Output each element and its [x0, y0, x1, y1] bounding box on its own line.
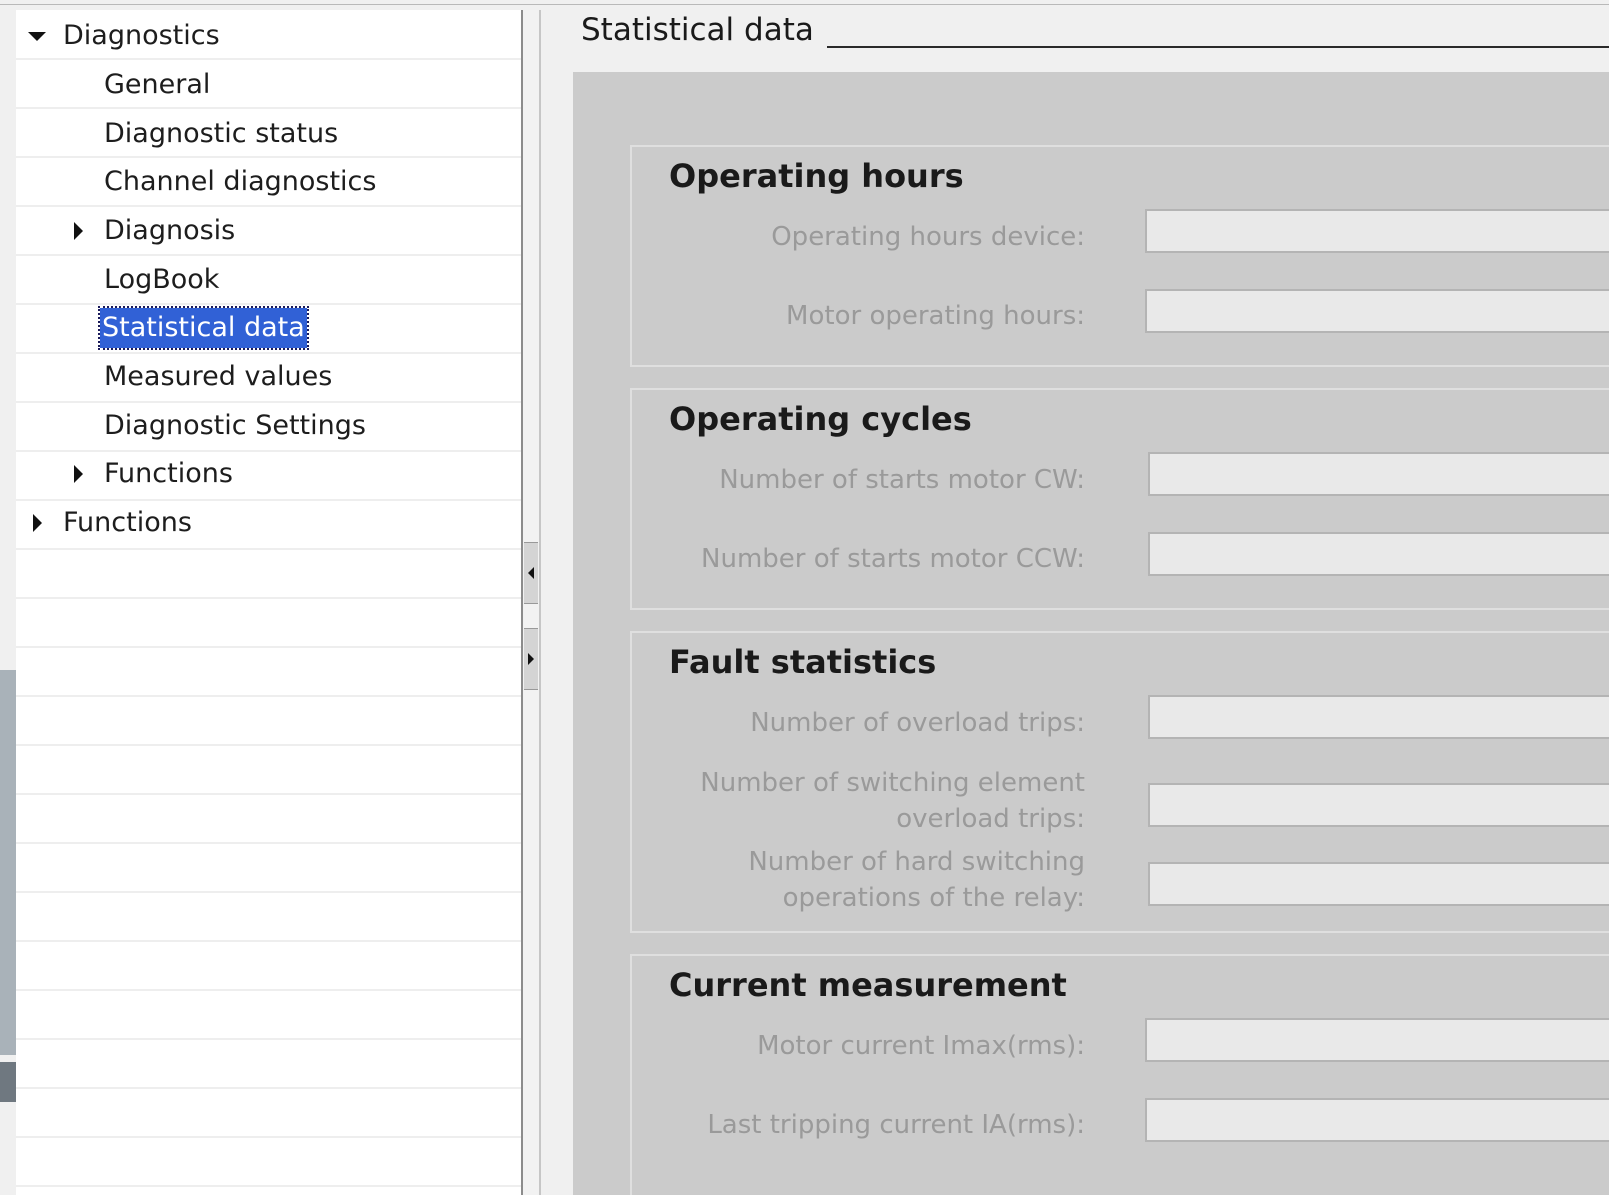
group-title: Fault statistics	[669, 643, 937, 681]
tree-item-measured-values[interactable]: Measured values	[16, 353, 521, 401]
tree-item-statistical-data[interactable]: Statistical data	[16, 304, 521, 352]
tree-item-label: Measured values	[104, 361, 333, 392]
tree-item-channel-diagnostics[interactable]: Channel diagnostics	[16, 158, 521, 206]
content-area: Statistical data Operating hours Operati…	[541, 10, 1609, 1195]
navigation-tree: Diagnostics General Diagnostic status Ch…	[16, 10, 521, 1195]
tree-item-label: LogBook	[104, 264, 220, 295]
panel-splitter[interactable]	[521, 10, 541, 1195]
group-fault-statistics: Fault statistics Number of overload trip…	[630, 631, 1609, 933]
field-label: Number of starts motor CW:	[719, 465, 1085, 495]
tree-item-diagnostic-status[interactable]: Diagnostic status	[16, 110, 521, 158]
motor-operating-hours-field[interactable]	[1145, 289, 1609, 333]
tree-item-label: Diagnostic status	[104, 118, 339, 149]
group-current-measurement: Current measurement Motor current Imax(r…	[630, 954, 1609, 1195]
top-border	[0, 4, 1609, 5]
tree-item-logbook[interactable]: LogBook	[16, 256, 521, 304]
tree-node-label: Functions	[104, 458, 233, 489]
left-edge-dark	[0, 1062, 16, 1102]
operating-hours-device-field[interactable]	[1145, 209, 1609, 253]
field-label-line: overload trips:	[896, 804, 1085, 834]
field-label-line: Number of switching element	[700, 768, 1085, 798]
collapse-left-icon[interactable]	[524, 542, 538, 604]
group-title: Operating cycles	[669, 400, 972, 438]
motor-current-imax-field[interactable]	[1145, 1018, 1609, 1062]
overload-trips-field[interactable]	[1148, 695, 1609, 739]
starts-motor-cw-field[interactable]	[1148, 452, 1609, 496]
section-title-rule	[827, 46, 1609, 48]
tree-item-label-selected: Statistical data	[98, 306, 309, 350]
section-title: Statistical data	[581, 12, 814, 48]
field-label-line: Number of hard switching	[748, 847, 1085, 877]
tree-node-diagnosis[interactable]: Diagnosis	[16, 207, 521, 255]
expand-right-icon[interactable]	[70, 450, 90, 498]
field-label-line: operations of the relay:	[782, 883, 1085, 913]
starts-motor-ccw-field[interactable]	[1148, 532, 1609, 576]
group-operating-cycles: Operating cycles Number of starts motor …	[630, 388, 1609, 610]
tree-node-label: Functions	[63, 507, 192, 538]
tree-node-label: Diagnostics	[63, 20, 220, 51]
tree-node-diagnostics[interactable]: Diagnostics	[16, 12, 521, 60]
tree-node-functions-child[interactable]: Functions	[16, 450, 521, 498]
field-label: Operating hours device:	[771, 222, 1085, 252]
last-tripping-current-field[interactable]	[1145, 1098, 1609, 1142]
tree-item-label: General	[104, 69, 211, 100]
expand-right-icon[interactable]	[70, 207, 90, 255]
group-title: Current measurement	[669, 966, 1067, 1004]
tree-item-label: Diagnostic Settings	[104, 410, 366, 441]
tree-item-diagnostic-settings[interactable]: Diagnostic Settings	[16, 402, 521, 450]
field-label: Motor current Imax(rms):	[757, 1031, 1085, 1061]
left-edge-accent	[0, 670, 16, 1055]
tree-node-label: Diagnosis	[104, 215, 236, 246]
group-title: Operating hours	[669, 157, 964, 195]
field-label: Number of starts motor CCW:	[701, 544, 1085, 574]
hard-switching-operations-field[interactable]	[1148, 862, 1609, 906]
field-label: Motor operating hours:	[786, 301, 1085, 331]
tree-item-general[interactable]: General	[16, 61, 521, 109]
field-label: Number of switching element overload tri…	[700, 765, 1085, 837]
expand-down-icon[interactable]	[28, 12, 48, 60]
tree-node-functions[interactable]: Functions	[16, 499, 521, 547]
tree-item-label: Channel diagnostics	[104, 166, 377, 197]
group-operating-hours: Operating hours Operating hours device: …	[630, 145, 1609, 367]
field-label: Number of overload trips:	[750, 708, 1085, 738]
expand-right-icon[interactable]	[524, 628, 538, 690]
field-label: Number of hard switching operations of t…	[748, 844, 1085, 916]
expand-right-icon[interactable]	[29, 499, 49, 547]
switching-element-overload-trips-field[interactable]	[1148, 783, 1609, 827]
field-label: Last tripping current IA(rms):	[707, 1110, 1085, 1140]
